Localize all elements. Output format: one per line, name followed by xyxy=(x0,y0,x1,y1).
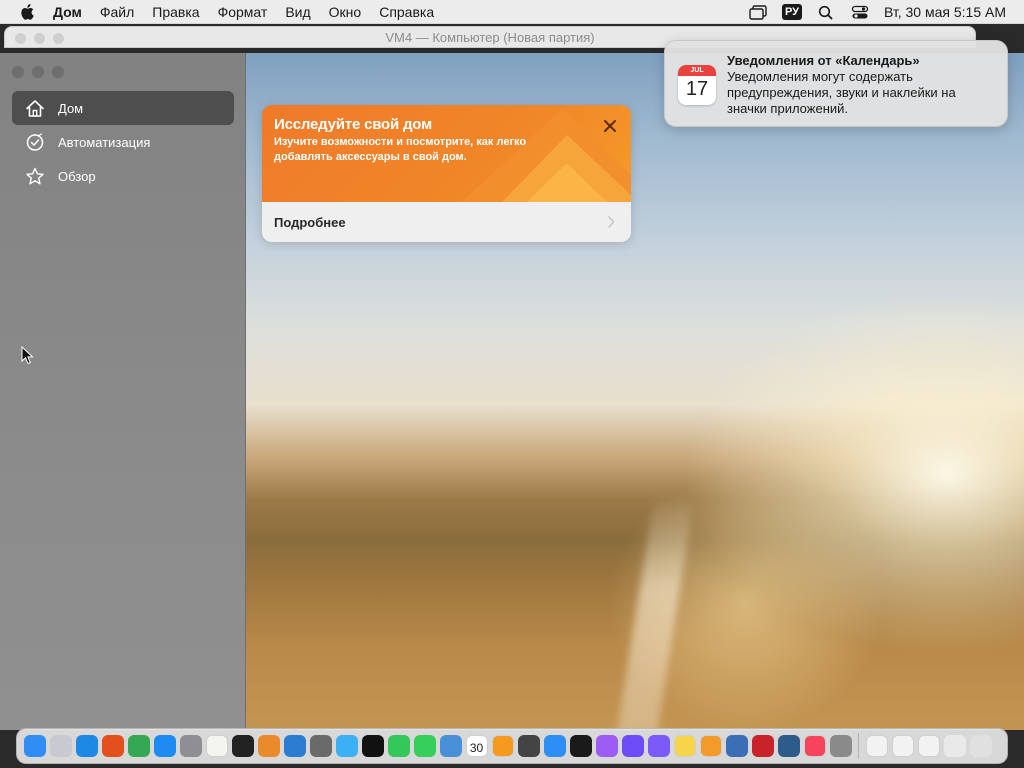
dock-notes-mini-icon[interactable] xyxy=(647,735,670,757)
dock-quicktime-icon[interactable] xyxy=(725,735,748,757)
menu-bar: Дом Файл Правка Формат Вид Окно Справка … xyxy=(0,0,1024,24)
dock-firefox-icon[interactable] xyxy=(101,735,124,757)
menubar-clock[interactable]: Вт, 30 мая 5:15 AM xyxy=(884,4,1006,20)
dock: 30 xyxy=(16,728,1008,764)
window-controls xyxy=(12,66,64,78)
apple-logo-icon[interactable] xyxy=(19,3,35,20)
dock-launchpad-icon[interactable] xyxy=(49,735,72,757)
menu-help[interactable]: Справка xyxy=(370,4,443,20)
minimize-window-button[interactable] xyxy=(32,66,44,78)
dock-music-icon[interactable] xyxy=(803,735,826,757)
dock-textedit-icon[interactable] xyxy=(205,735,228,757)
notification-body: Уведомления могут содержать предупрежден… xyxy=(727,69,956,116)
clock-check-icon xyxy=(24,132,46,152)
mouse-cursor-icon xyxy=(21,346,34,365)
dock-xcode-tools-icon[interactable] xyxy=(829,735,852,757)
dock-shortcuts-icon[interactable] xyxy=(621,735,644,757)
sidebar-item-discover[interactable]: Обзор xyxy=(12,159,234,193)
dock-freeform-icon[interactable] xyxy=(335,735,358,757)
calendar-app-icon: JUL 17 xyxy=(678,65,716,105)
dock-notes-icon[interactable] xyxy=(673,735,696,757)
menu-window[interactable]: Окно xyxy=(320,4,371,20)
input-source-icon[interactable]: РУ xyxy=(781,4,802,20)
dock-document-1-icon[interactable] xyxy=(865,735,888,757)
dock-terminal-icon[interactable] xyxy=(231,735,254,757)
learn-more-label: Подробнее xyxy=(274,214,346,230)
close-icon[interactable] xyxy=(603,119,617,133)
dock-books-icon[interactable] xyxy=(491,735,514,757)
control-center-icon[interactable] xyxy=(850,4,870,20)
sidebar-nav: Дом Автоматизация Обзор xyxy=(12,91,234,193)
dock-apple-tv-icon[interactable] xyxy=(361,735,384,757)
dock-document-4-icon[interactable] xyxy=(943,735,966,757)
dock-messages-icon[interactable] xyxy=(413,735,436,757)
dock-separator xyxy=(858,733,859,759)
dock-keynote-icon[interactable] xyxy=(543,735,566,757)
notification-title: Уведомления от «Календарь» xyxy=(727,53,920,68)
dock-home-icon[interactable] xyxy=(699,735,722,757)
dock-chrome-icon[interactable] xyxy=(127,735,150,757)
sidebar-item-home[interactable]: Дом xyxy=(12,91,234,125)
dock-photo-booth-icon[interactable] xyxy=(751,735,774,757)
home-app-window: Дом Автоматизация Обзор Исследуйте свой … xyxy=(0,53,1024,730)
menu-format[interactable]: Формат xyxy=(209,4,277,20)
dock-screen-sharing-icon[interactable] xyxy=(777,735,800,757)
calendar-notification[interactable]: JUL 17 Уведомления от «Календарь» Уведом… xyxy=(664,40,1008,127)
sidebar: Дом Автоматизация Обзор xyxy=(0,53,246,730)
spotlight-search-icon[interactable] xyxy=(816,4,836,20)
zoom-window-button[interactable] xyxy=(52,66,64,78)
dock-app-store-icon[interactable] xyxy=(153,735,176,757)
star-icon xyxy=(24,166,46,186)
dock-trash-icon[interactable] xyxy=(969,735,992,757)
calendar-icon-day: 17 xyxy=(685,78,709,100)
close-window-button[interactable] xyxy=(12,66,24,78)
menu-view[interactable]: Вид xyxy=(276,4,319,20)
home-content-area: Исследуйте свой дом Изучите возможности … xyxy=(246,53,1024,730)
sidebar-item-label: Обзор xyxy=(58,168,96,184)
explore-home-card: Исследуйте свой дом Изучите возможности … xyxy=(262,105,631,242)
house-icon xyxy=(24,98,46,118)
dock-system-settings-icon[interactable] xyxy=(179,735,202,757)
dock-document-3-icon[interactable] xyxy=(917,735,940,757)
menu-app-name[interactable]: Дом xyxy=(53,4,91,20)
card-banner: Исследуйте свой дом Изучите возможности … xyxy=(262,105,631,202)
background-window-controls xyxy=(15,33,64,44)
dock-podcasts-icon[interactable] xyxy=(595,735,618,757)
dock-preview-icon[interactable] xyxy=(439,735,462,757)
card-title: Исследуйте свой дом xyxy=(274,116,432,133)
dock-safari-icon[interactable] xyxy=(75,735,98,757)
card-description: Изучите возможности и посмотрите, как ле… xyxy=(274,136,527,163)
dock-vscode-icon[interactable] xyxy=(283,735,306,757)
screen-mirroring-icon[interactable] xyxy=(748,4,768,20)
sidebar-item-automation[interactable]: Автоматизация xyxy=(12,125,234,159)
calendar-icon-month: JUL xyxy=(678,65,716,76)
dock-clock-icon[interactable] xyxy=(569,735,592,757)
sidebar-item-label: Автоматизация xyxy=(58,134,151,150)
learn-more-link[interactable]: Подробнее xyxy=(262,202,631,242)
chevron-right-icon xyxy=(608,216,615,228)
dock-calculator-icon[interactable] xyxy=(517,735,540,757)
dock-document-2-icon[interactable] xyxy=(891,735,914,757)
dock-calendar-icon[interactable]: 30 xyxy=(465,735,488,757)
background-window-title: VM4 — Компьютер (Новая партия) xyxy=(385,30,595,45)
dock-chess-icon[interactable] xyxy=(309,735,332,757)
menu-edit[interactable]: Правка xyxy=(143,4,208,20)
menu-file[interactable]: Файл xyxy=(91,4,143,20)
dock-finder-icon[interactable] xyxy=(23,735,46,757)
dock-facetime-icon[interactable] xyxy=(387,735,410,757)
sidebar-item-label: Дом xyxy=(58,100,84,116)
dock-garageband-icon[interactable] xyxy=(257,735,280,757)
